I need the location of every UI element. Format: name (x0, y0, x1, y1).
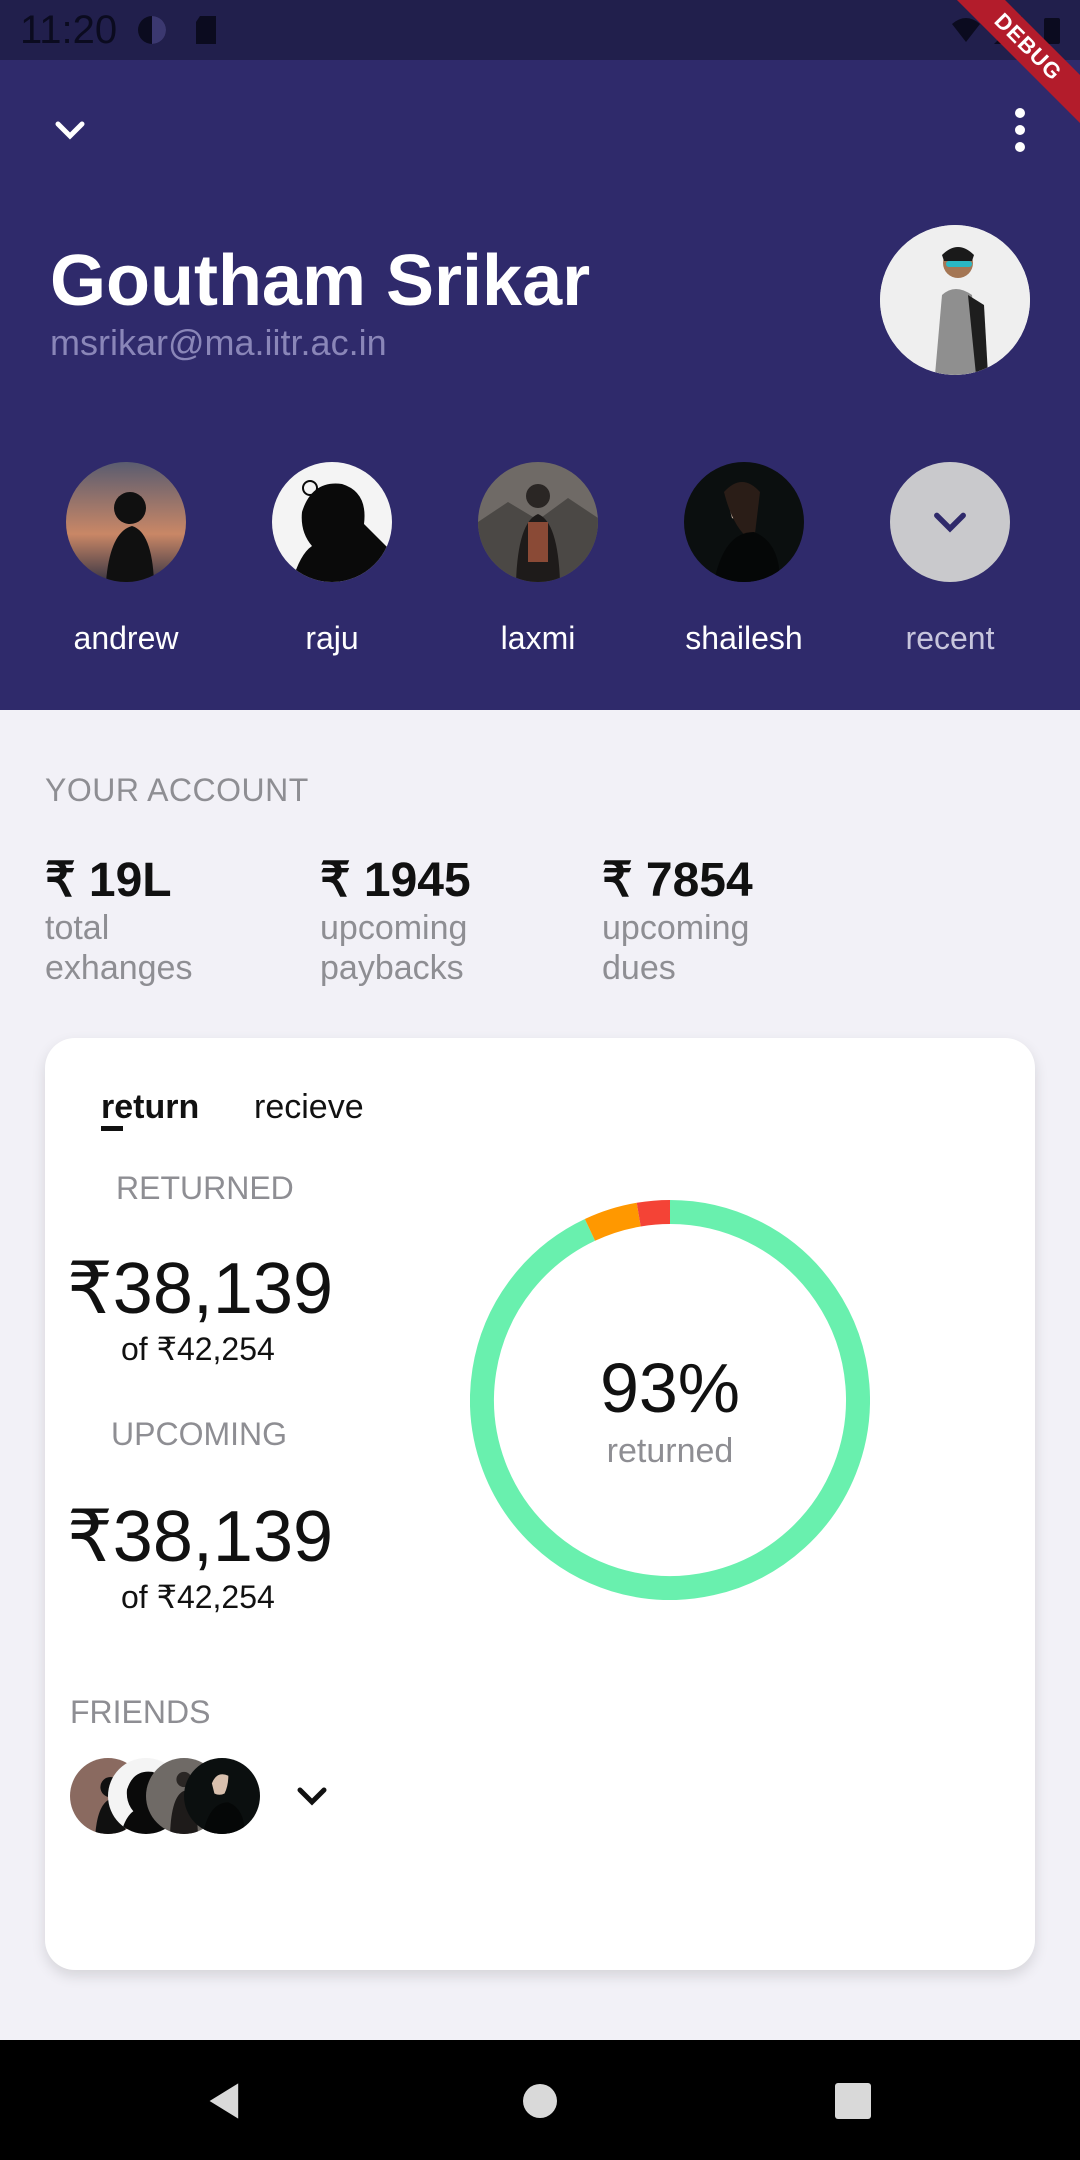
stat-label: total exhanges (45, 909, 193, 987)
tab-indicator (101, 1126, 123, 1131)
chevron-down-icon (55, 121, 85, 140)
profile-avatar[interactable] (880, 225, 1030, 375)
donut-percent: 93% (599, 1349, 741, 1427)
summary-card: return recieve RETURNED ₹38,139 of ₹42,2… (45, 1038, 1035, 1970)
contact-label: laxmi (500, 620, 576, 656)
returned-title: RETURNED (116, 1170, 294, 1206)
account-panel: YOUR ACCOUNT ₹ 19L total exhanges ₹ 1945… (0, 710, 1080, 2040)
profile-photo (880, 225, 1030, 375)
donut-sub-label: returned (606, 1432, 734, 1470)
chevron-down-icon (934, 512, 966, 533)
upcoming-amount: ₹38,139 (67, 1497, 334, 1577)
stat-upcoming-dues: ₹ 7854 upcoming dues (602, 852, 802, 988)
home-circle-icon (523, 2084, 557, 2118)
expand-friends-button[interactable] (292, 1776, 332, 1816)
recents-button[interactable] (818, 2066, 888, 2136)
stat-label: upcoming paybacks (320, 909, 468, 987)
contact-recent[interactable]: recent (860, 462, 1040, 657)
back-triangle-icon (209, 2083, 239, 2119)
tab-return[interactable]: return (101, 1088, 199, 1127)
avatar (478, 462, 598, 582)
returned-of: of ₹42,254 (121, 1331, 275, 1367)
contacts-row: andrew raju laxmi shailesh recent (0, 462, 1080, 662)
donut-overdue-segment (636, 1200, 671, 1227)
contact-andrew[interactable]: andrew (36, 462, 216, 657)
avatar-photo (684, 462, 804, 582)
friends-avatars[interactable] (70, 1758, 370, 1834)
stat-value: ₹ 19L (45, 854, 172, 907)
upcoming-title: UPCOMING (111, 1416, 287, 1452)
contact-shailesh[interactable]: shailesh (654, 462, 834, 657)
recent-button[interactable] (890, 462, 1010, 582)
contact-label: recent (905, 620, 995, 656)
stat-value: ₹ 7854 (602, 854, 753, 907)
contact-raju[interactable]: raju (242, 462, 422, 657)
more-options-button[interactable] (980, 90, 1060, 170)
stat-upcoming-paybacks: ₹ 1945 upcoming paybacks (320, 852, 520, 988)
system-navigation-bar (0, 2040, 1080, 2160)
home-button[interactable] (505, 2066, 575, 2136)
tab-recieve[interactable]: recieve (254, 1088, 364, 1127)
avatar-photo (184, 1758, 260, 1834)
contact-label: andrew (73, 620, 179, 656)
sd-card-icon (196, 16, 216, 44)
back-button[interactable] (190, 2066, 260, 2136)
user-email: msrikar@ma.iitr.ac.in (50, 322, 387, 363)
data-saver-icon (138, 16, 166, 44)
upcoming-of: of ₹42,254 (121, 1579, 275, 1615)
profile-header: Goutham Srikar msrikar@ma.iitr.ac.in and… (0, 60, 1080, 710)
friends-title: FRIENDS (70, 1694, 211, 1730)
chevron-down-icon (297, 1787, 327, 1806)
avatar-photo (272, 462, 392, 582)
stat-total-exchanges: ₹ 19L total exhanges (45, 852, 245, 988)
collapse-button[interactable] (30, 90, 110, 170)
contact-label: shailesh (685, 620, 803, 656)
avatar-photo (66, 462, 186, 582)
status-time: 11:20 (20, 8, 118, 52)
stat-value: ₹ 1945 (320, 854, 471, 907)
friend-avatar (184, 1758, 260, 1834)
avatar (66, 462, 186, 582)
donut-center: 93% returned (470, 1348, 870, 1471)
recents-square-icon (835, 2083, 871, 2119)
section-title: YOUR ACCOUNT (45, 772, 309, 808)
contact-label: raju (305, 620, 359, 656)
contact-laxmi[interactable]: laxmi (448, 462, 628, 657)
avatar-photo (478, 462, 598, 582)
returned-amount: ₹38,139 (67, 1249, 334, 1329)
stat-label: upcoming dues (602, 909, 750, 987)
user-name: Goutham Srikar (50, 241, 591, 321)
status-bar: 11:20 (0, 0, 1080, 60)
avatar (272, 462, 392, 582)
donut-pending-segment (584, 1202, 641, 1241)
more-vert-icon (1015, 108, 1025, 152)
avatar (684, 462, 804, 582)
